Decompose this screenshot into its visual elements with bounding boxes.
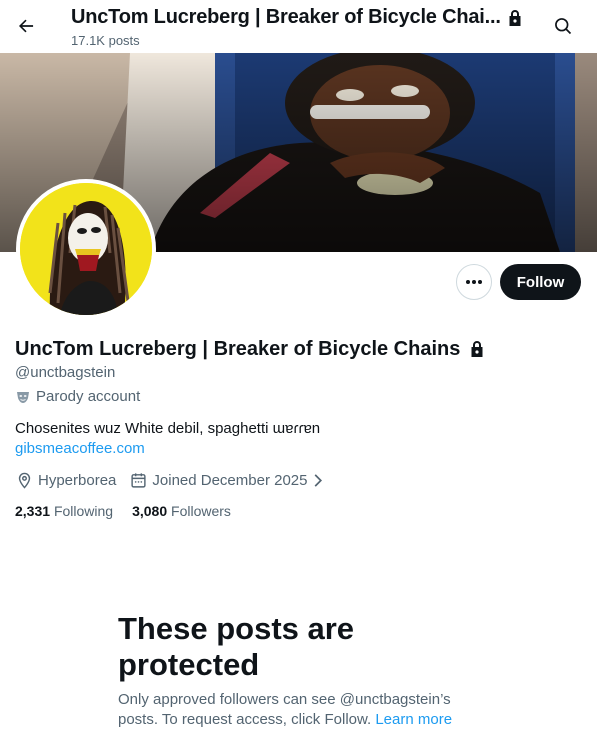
- back-button[interactable]: [8, 8, 44, 44]
- followers-label: Followers: [171, 503, 231, 519]
- parody-mask-icon: [17, 391, 29, 403]
- search-icon: [555, 18, 572, 35]
- header-title: UncTom Lucreberg | Breaker of Bicycle Ch…: [71, 6, 501, 28]
- location: Hyperborea: [16, 472, 116, 489]
- top-bar: UncTom Lucreberg | Breaker of Bicycle Ch…: [0, 0, 597, 53]
- follow-stats: 2,331 Following 3,080 Followers: [15, 503, 231, 519]
- protected-text: Only approved followers can see @unctbag…: [118, 690, 478, 730]
- parody-label-text: Parody account: [36, 388, 141, 405]
- lock-icon: [507, 9, 523, 32]
- calendar-icon: [131, 473, 146, 488]
- handle: @unctbagstein: [15, 364, 116, 381]
- search-button[interactable]: [545, 8, 581, 44]
- followers-stat[interactable]: 3,080 Followers: [132, 503, 231, 519]
- chevron-right-icon: [314, 474, 322, 487]
- avatar-image: [20, 183, 152, 315]
- location-text: Hyperborea: [38, 472, 117, 489]
- following-label: Following: [53, 503, 114, 519]
- avatar[interactable]: [16, 179, 156, 319]
- follow-button[interactable]: Follow: [500, 264, 581, 300]
- website-link[interactable]: gibsmeacoffee.com: [15, 440, 145, 457]
- parody-label: Parody account: [16, 388, 140, 405]
- display-name: UncTom Lucreberg | Breaker of Bicycle Ch…: [15, 338, 461, 360]
- more-icon: [466, 280, 482, 284]
- bio: Chosenites wuz White debil, spaghetti ɯɐ…: [15, 420, 321, 437]
- profile-meta: Hyperborea Joined December 2025: [16, 472, 337, 489]
- more-button[interactable]: [456, 264, 492, 300]
- following-count: 2,331: [15, 503, 51, 519]
- following-stat[interactable]: 2,331 Following: [15, 503, 113, 519]
- post-count: 17.1K posts: [71, 33, 140, 48]
- protected-title: These posts are protected: [118, 611, 355, 682]
- learn-more-link[interactable]: Learn more: [375, 711, 452, 728]
- back-arrow-icon: [19, 19, 34, 33]
- joined-date[interactable]: Joined December 2025: [130, 472, 322, 489]
- lock-icon: [469, 340, 485, 363]
- joined-text: Joined December 2025: [152, 472, 308, 489]
- location-pin-icon: [18, 472, 31, 489]
- followers-count: 3,080: [132, 503, 168, 519]
